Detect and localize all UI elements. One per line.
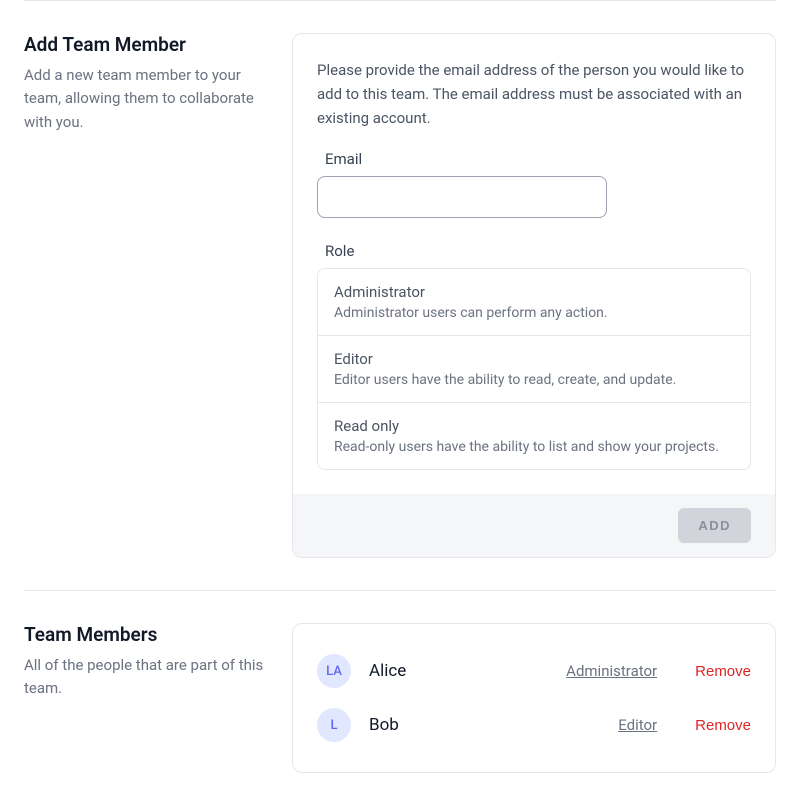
- remove-button[interactable]: Remove: [695, 717, 751, 734]
- avatar: LA: [317, 654, 351, 688]
- team-members-section: Team Members All of the people that are …: [24, 591, 776, 805]
- role-desc: Read-only users have the ability to list…: [334, 439, 734, 455]
- role-option-administrator[interactable]: Administrator Administrator users can pe…: [318, 269, 750, 336]
- role-name: Administrator: [334, 283, 734, 301]
- add-member-description: Add a new team member to your team, allo…: [24, 64, 264, 134]
- add-member-card-footer: ADD: [293, 494, 775, 557]
- role-desc: Administrator users can perform any acti…: [334, 305, 734, 321]
- add-team-member-section: Add Team Member Add a new team member to…: [24, 1, 776, 590]
- add-member-header: Add Team Member Add a new team member to…: [24, 33, 264, 134]
- member-role-button[interactable]: Editor: [618, 716, 657, 734]
- add-member-card: Please provide the email address of the …: [292, 33, 776, 558]
- role-option-read-only[interactable]: Read only Read-only users have the abili…: [318, 403, 750, 469]
- role-desc: Editor users have the ability to read, c…: [334, 372, 734, 388]
- role-option-editor[interactable]: Editor Editor users have the ability to …: [318, 336, 750, 403]
- remove-button[interactable]: Remove: [695, 663, 751, 680]
- member-row: LA Alice Administrator Remove: [317, 644, 751, 698]
- email-field[interactable]: [317, 176, 607, 218]
- role-list: Administrator Administrator users can pe…: [317, 268, 751, 470]
- team-members-card: LA Alice Administrator Remove L Bob Edit…: [292, 623, 776, 773]
- role-name: Read only: [334, 417, 734, 435]
- email-label: Email: [325, 150, 751, 168]
- team-members-panel: LA Alice Administrator Remove L Bob Edit…: [292, 623, 776, 773]
- role-label: Role: [325, 242, 751, 260]
- add-member-title: Add Team Member: [24, 33, 264, 56]
- member-row: L Bob Editor Remove: [317, 698, 751, 752]
- add-member-panel: Please provide the email address of the …: [292, 33, 776, 558]
- avatar: L: [317, 708, 351, 742]
- member-role-button[interactable]: Administrator: [566, 662, 657, 680]
- team-members-title: Team Members: [24, 623, 264, 646]
- member-name: Bob: [369, 715, 600, 735]
- add-member-card-body: Please provide the email address of the …: [293, 34, 775, 494]
- add-member-intro: Please provide the email address of the …: [317, 58, 751, 130]
- team-members-header: Team Members All of the people that are …: [24, 623, 264, 701]
- member-name: Alice: [369, 661, 548, 681]
- team-members-description: All of the people that are part of this …: [24, 654, 264, 701]
- add-button[interactable]: ADD: [678, 508, 751, 543]
- role-name: Editor: [334, 350, 734, 368]
